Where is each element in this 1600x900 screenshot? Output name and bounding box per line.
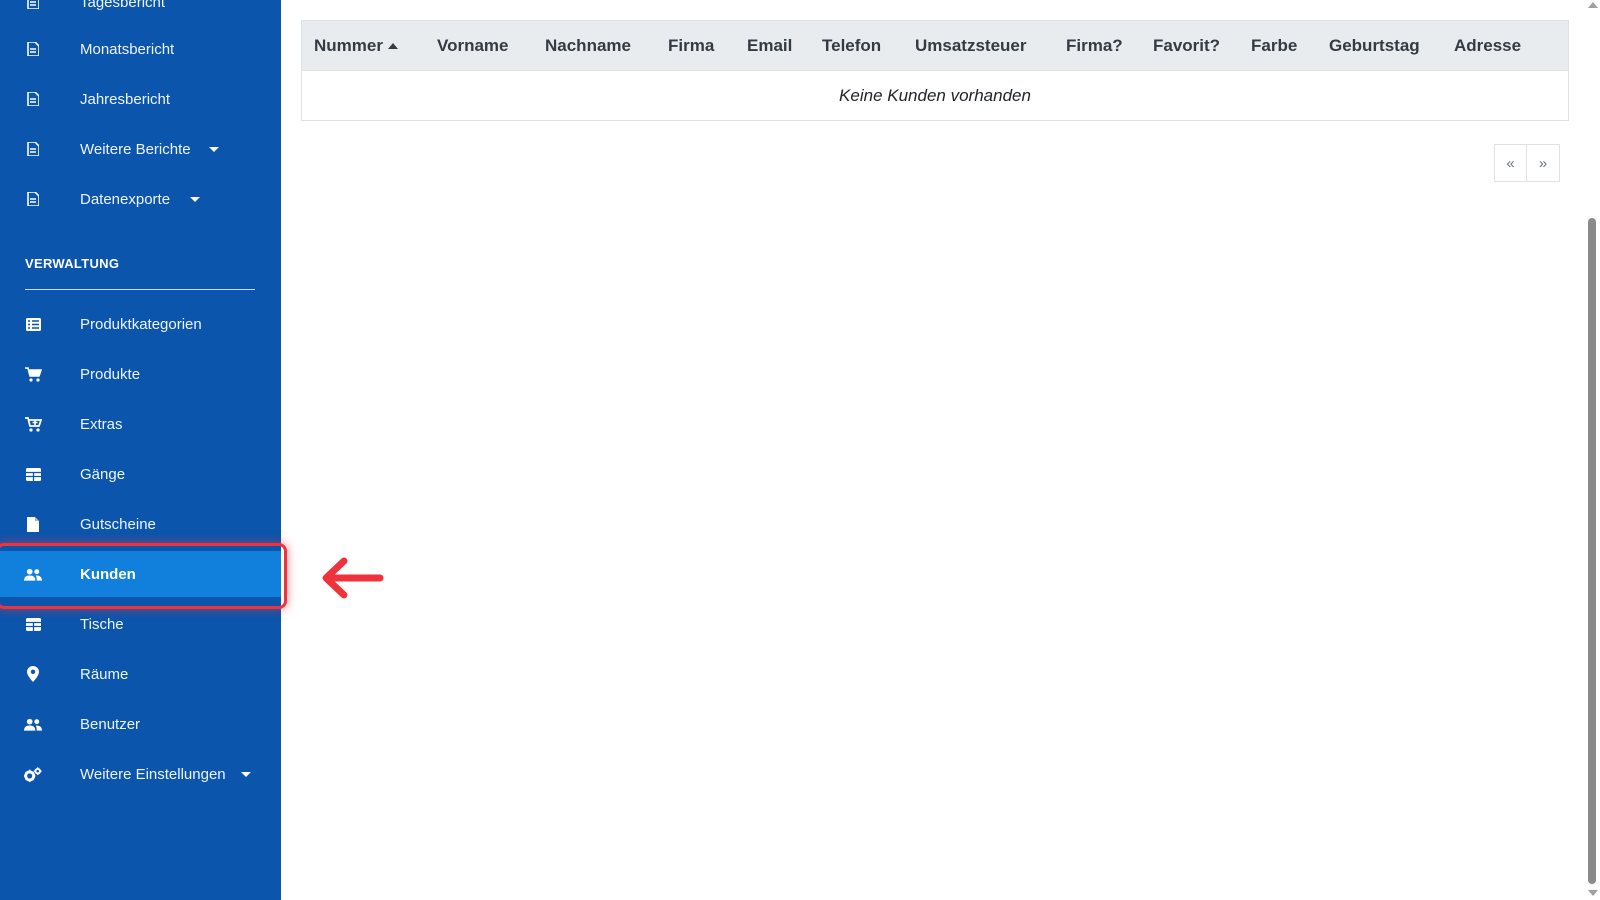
- section-title-verwaltung: VERWALTUNG: [25, 256, 120, 271]
- column-header-farbe[interactable]: Farbe: [1251, 21, 1297, 71]
- sidebar-item-extras[interactable]: Extras: [0, 401, 281, 447]
- document-icon: [24, 140, 42, 158]
- column-header-geburtstag[interactable]: Geburtstag: [1329, 21, 1420, 71]
- pagination-prev-button[interactable]: «: [1494, 144, 1527, 182]
- pagination-next-button[interactable]: »: [1527, 144, 1560, 182]
- pagination: « »: [1494, 144, 1560, 182]
- file-icon: [24, 515, 42, 533]
- empty-table-message: Keine Kunden vorhanden: [839, 85, 1031, 105]
- sidebar-item-weitere-berichte[interactable]: Weitere Berichte: [0, 126, 281, 172]
- sidebar-item-weitere-einstellungen[interactable]: Weitere Einstellungen: [0, 751, 281, 797]
- scroll-down-arrow-icon[interactable]: [1588, 890, 1598, 896]
- sidebar: Tagesbericht Monatsbericht Jahresbericht…: [0, 0, 281, 900]
- sidebar-item-label: Räume: [80, 665, 129, 683]
- sidebar-item-label: Benutzer: [80, 715, 141, 733]
- column-header-nachname[interactable]: Nachname: [545, 21, 631, 71]
- cart-plus-icon: [24, 415, 42, 433]
- sort-ascending-icon: [387, 43, 398, 49]
- sidebar-item-label: Weitere Berichte: [80, 140, 191, 158]
- scroll-up-arrow-icon[interactable]: [1588, 2, 1598, 8]
- column-header-umsatzsteuer[interactable]: Umsatzsteuer: [915, 21, 1027, 71]
- arrow-left-icon: [322, 557, 384, 599]
- sidebar-item-label: Gänge: [80, 465, 126, 483]
- sidebar-item-label: Produktkategorien: [80, 315, 202, 333]
- sidebar-item-benutzer[interactable]: Benutzer: [0, 701, 281, 747]
- sidebar-item-raeume[interactable]: Räume: [0, 651, 281, 697]
- chevron-down-icon: [241, 771, 251, 777]
- document-icon: [24, 90, 42, 108]
- column-header-firma[interactable]: Firma: [668, 21, 714, 71]
- column-header-vorname[interactable]: Vorname: [437, 21, 509, 71]
- table-icon: [24, 465, 42, 483]
- sidebar-item-gaenge[interactable]: Gänge: [0, 451, 281, 497]
- table-header: Nummer Vorname Nachname Firma Email Tele…: [302, 21, 1568, 71]
- sidebar-item-label: Weitere Einstellungen: [80, 765, 226, 783]
- column-header-email[interactable]: Email: [747, 21, 792, 71]
- sidebar-item-datenexporte[interactable]: Datenexporte: [0, 176, 281, 222]
- chevron-down-icon: [209, 146, 219, 152]
- map-marker-icon: [24, 665, 42, 683]
- column-header-telefon[interactable]: Telefon: [822, 21, 881, 71]
- cart-icon: [24, 365, 42, 383]
- users-icon: [24, 715, 42, 733]
- vertical-scrollbar[interactable]: [1585, 0, 1600, 900]
- sidebar-item-label: Monatsbericht: [80, 40, 175, 58]
- sidebar-item-produktkategorien[interactable]: Produktkategorien: [0, 301, 281, 347]
- column-header-firma-flag[interactable]: Firma?: [1066, 21, 1123, 71]
- chevron-down-icon: [190, 196, 200, 202]
- sidebar-item-label: Produkte: [80, 365, 141, 383]
- highlight-frame: [0, 543, 287, 609]
- sidebar-item-label: Jahresbericht: [80, 90, 171, 108]
- sidebar-item-gutscheine[interactable]: Gutscheine: [0, 501, 281, 547]
- list-icon: [24, 315, 42, 333]
- sidebar-item-label: Tische: [80, 615, 124, 633]
- table-icon: [24, 615, 42, 633]
- document-icon: [24, 40, 42, 58]
- sidebar-item-label: Tagesbericht: [80, 0, 166, 11]
- sidebar-item-label: Datenexporte: [80, 190, 171, 208]
- scrollbar-thumb[interactable]: [1588, 218, 1596, 884]
- sidebar-item-jahresbericht[interactable]: Jahresbericht: [0, 76, 281, 122]
- column-header-favorit[interactable]: Favorit?: [1153, 21, 1220, 71]
- sidebar-item-tagesbericht[interactable]: Tagesbericht: [0, 0, 281, 25]
- document-icon: [24, 190, 42, 208]
- column-header-adresse[interactable]: Adresse: [1454, 21, 1521, 71]
- document-icon: [24, 0, 42, 11]
- customers-table: Nummer Vorname Nachname Firma Email Tele…: [301, 20, 1569, 121]
- sidebar-item-label: Extras: [80, 415, 123, 433]
- sidebar-item-monatsbericht[interactable]: Monatsbericht: [0, 26, 281, 72]
- sidebar-item-produkte[interactable]: Produkte: [0, 351, 281, 397]
- section-divider: [25, 289, 255, 290]
- sidebar-item-label: Gutscheine: [80, 515, 156, 533]
- column-header-nummer[interactable]: Nummer: [314, 21, 398, 71]
- cogs-icon: [24, 765, 42, 783]
